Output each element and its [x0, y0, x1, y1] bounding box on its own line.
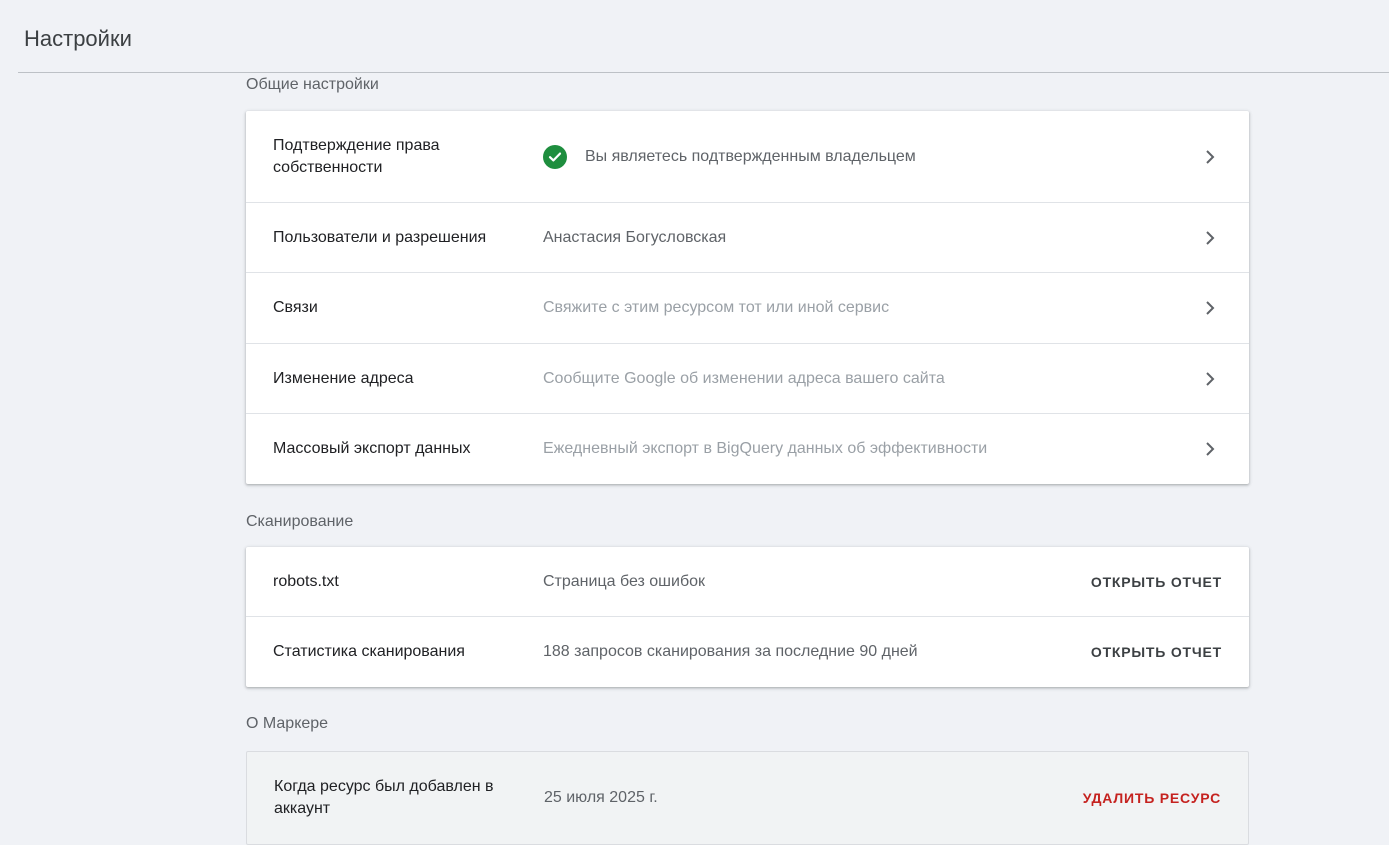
- row-value: 188 запросов сканирования за последние 9…: [543, 643, 918, 660]
- header-divider: [18, 72, 1389, 73]
- remove-property-button[interactable]: УДАЛИТЬ РЕСУРС: [1083, 790, 1221, 806]
- row-value: Свяжите с этим ресурсом тот или иной сер…: [543, 299, 890, 316]
- settings-row-added-date: Когда ресурс был добавлен в аккаунт 25 и…: [247, 752, 1248, 844]
- chevron-right-icon[interactable]: [1201, 370, 1219, 388]
- section-title-about: О Маркере: [246, 715, 329, 732]
- page-title: Настройки: [24, 26, 132, 51]
- settings-row-bulk-export[interactable]: Массовый экспорт данных Ежедневный экспо…: [246, 414, 1249, 484]
- row-value: 25 июля 2025 г.: [544, 789, 658, 806]
- chevron-right-icon[interactable]: [1201, 440, 1219, 458]
- about-card: Когда ресурс был добавлен в аккаунт 25 и…: [246, 751, 1249, 845]
- crawling-card: robots.txt Страница без ошибок ОТКРЫТЬ О…: [246, 547, 1249, 687]
- settings-row-robots: robots.txt Страница без ошибок ОТКРЫТЬ О…: [246, 547, 1249, 617]
- open-report-button[interactable]: ОТКРЫТЬ ОТЧЕТ: [1091, 574, 1222, 590]
- open-report-button[interactable]: ОТКРЫТЬ ОТЧЕТ: [1091, 644, 1222, 660]
- settings-row-ownership[interactable]: Подтверждение права собственности Вы явл…: [246, 111, 1249, 203]
- row-value: Ежедневный экспорт в BigQuery данных об …: [543, 440, 988, 457]
- settings-row-users[interactable]: Пользователи и разрешения Анастасия Богу…: [246, 203, 1249, 273]
- row-label: Связи: [273, 299, 318, 316]
- row-value: Сообщите Google об изменении адреса ваше…: [543, 369, 945, 387]
- settings-row-crawl-stats: Статистика сканирования 188 запросов ска…: [246, 617, 1249, 687]
- row-value: Страница без ошибок: [543, 572, 706, 590]
- general-settings-card: Подтверждение права собственности Вы явл…: [246, 111, 1249, 484]
- page-header: Настройки: [0, 0, 1389, 73]
- chevron-right-icon[interactable]: [1201, 229, 1219, 247]
- settings-row-associations[interactable]: Связи Свяжите с этим ресурсом тот или ин…: [246, 273, 1249, 344]
- row-value: Вы являетесь подтвержденным владельцем: [543, 144, 916, 169]
- section-title-crawling: Сканирование: [246, 513, 354, 530]
- chevron-right-icon[interactable]: [1201, 299, 1219, 317]
- section-title-general: Общие настройки: [246, 76, 379, 93]
- settings-row-change-address[interactable]: Изменение адреса Сообщите Google об изме…: [246, 344, 1249, 414]
- row-value: Анастасия Богусловская: [543, 228, 727, 246]
- row-label: Подтверждение права собственности: [273, 136, 440, 176]
- check-circle-icon: [543, 144, 567, 169]
- row-value-text: Вы являетесь подтвержденным владельцем: [585, 147, 916, 165]
- row-label: Изменение адреса: [273, 369, 414, 387]
- row-label: robots.txt: [273, 572, 339, 590]
- row-label: Когда ресурс был добавлен в аккаунт: [274, 778, 494, 817]
- row-label: Статистика сканирования: [273, 643, 465, 660]
- row-label: Пользователи и разрешения: [273, 228, 487, 246]
- chevron-right-icon[interactable]: [1201, 148, 1219, 166]
- row-label: Массовый экспорт данных: [273, 440, 471, 457]
